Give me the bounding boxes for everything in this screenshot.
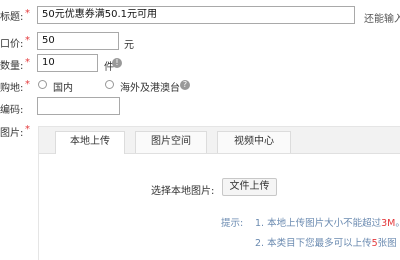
required-mark: * — [25, 79, 30, 90]
tip-2-text: 2. 本类目下您最多可以上传 — [255, 238, 372, 249]
tab-image-space[interactable]: 图片空间 — [135, 131, 207, 153]
price-input[interactable]: 50 — [37, 32, 119, 50]
tip-line-2: 2. 本类目下您最多可以上传5张图 — [255, 235, 397, 249]
tip-2-suffix: 张图 — [377, 238, 397, 249]
radio-overseas[interactable] — [105, 80, 114, 89]
image-label: 图片: — [0, 128, 24, 139]
required-mark: * — [25, 35, 30, 46]
required-mark: * — [25, 8, 30, 19]
help-icon[interactable]: ? — [180, 80, 190, 90]
tip-1-text: 1. 本地上传图片大小不能超过 — [255, 218, 382, 229]
code-label: 编码: — [0, 105, 24, 116]
radio-domestic[interactable] — [38, 80, 47, 89]
image-upload-panel: 本地上传 图片空间 视频中心 选择本地图片: 文件上传 提示: 1. 本地上传图… — [38, 126, 400, 260]
upload-tab-bar: 本地上传 图片空间 视频中心 — [39, 127, 400, 154]
tab-video-center[interactable]: 视频中心 — [217, 131, 291, 153]
region-domestic-label: 国内 — [53, 83, 73, 94]
tip-1-suffix: 。 — [395, 218, 400, 229]
title-hint: 还能输入 — [364, 14, 400, 25]
tab-local-upload[interactable]: 本地上传 — [55, 131, 125, 154]
title-label: 标题: — [0, 12, 24, 23]
tip-1-value: 3M — [381, 218, 396, 229]
region-label: 购地: — [0, 83, 24, 94]
title-input[interactable]: 50元优惠券满50.1元可用 — [37, 6, 355, 24]
code-input[interactable] — [37, 97, 120, 115]
price-label: 口价: — [0, 39, 24, 50]
region-overseas-label: 海外及港澳台 — [120, 83, 180, 94]
info-icon[interactable]: ! — [112, 58, 122, 68]
quantity-input[interactable]: 10 — [37, 54, 98, 72]
file-upload-button[interactable]: 文件上传 — [222, 178, 277, 196]
tip-label: 提示: — [221, 218, 244, 229]
quantity-label: 数量: — [0, 61, 24, 72]
tip-line-1: 1. 本地上传图片大小不能超过3M。 — [255, 215, 400, 229]
required-mark: * — [25, 124, 30, 135]
required-mark: * — [25, 57, 30, 68]
select-local-image-label: 选择本地图片: — [151, 186, 215, 197]
price-unit: 元 — [124, 40, 134, 51]
